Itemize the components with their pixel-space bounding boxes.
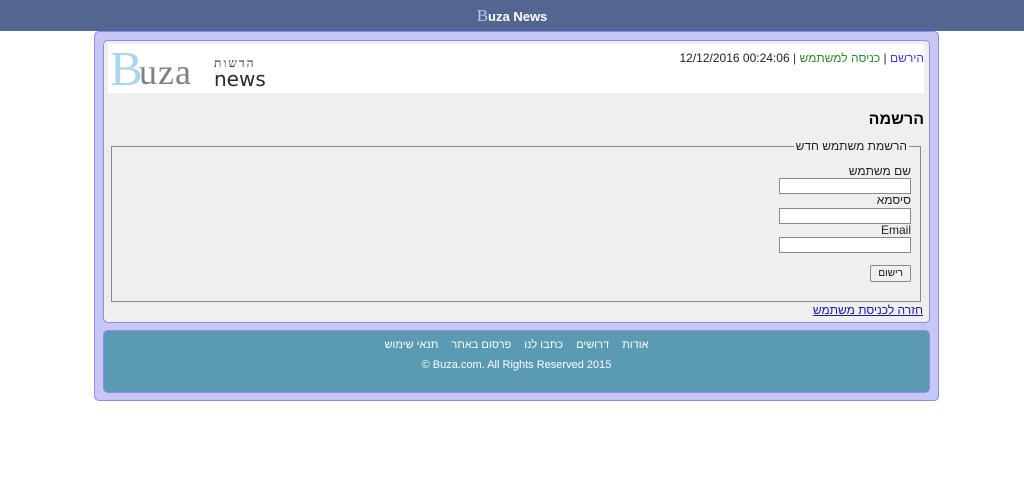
footer-links: אודות דרושים כתבו לנו פרסום באתר תנאי שי… xyxy=(104,339,929,351)
top-bar: Buza News xyxy=(0,0,1024,31)
page-title: הרשמה xyxy=(868,111,924,128)
separator: | xyxy=(883,51,887,65)
footer: אודות דרושים כתבו לנו פרסום באתר תנאי שי… xyxy=(103,330,930,393)
site-logo[interactable]: B uza הדשות news xyxy=(110,44,270,93)
footer-link-contact[interactable]: כתבו לנו xyxy=(524,339,563,351)
separator: | xyxy=(792,51,797,65)
footer-link-about[interactable]: אודות xyxy=(622,339,648,351)
current-datetime: 00:24:06 12/12/2016 xyxy=(679,51,790,65)
copyright-text: © Buza.com. All Rights Reserved 2015 xyxy=(421,359,612,371)
register-button[interactable]: רישום xyxy=(870,265,911,282)
footer-link-terms[interactable]: תנאי שימוש xyxy=(384,339,438,351)
login-link[interactable]: כניסה למשתמש xyxy=(799,51,880,65)
user-bar: הירשם | כניסה למשתמש | 00:24:06 12/12/20… xyxy=(680,51,925,65)
back-to-login-link[interactable]: חזרה לכניסת משתמש xyxy=(813,303,923,317)
password-field[interactable] xyxy=(779,208,911,224)
fieldset-legend: הרשמת משתמש חדש xyxy=(793,139,909,153)
footer-link-jobs[interactable]: דרושים xyxy=(576,339,609,351)
site-brand[interactable]: Buza News xyxy=(477,6,548,26)
username-label: שם משתמש xyxy=(848,164,911,178)
register-link[interactable]: הירשם xyxy=(890,51,924,65)
registration-fieldset: הרשמת משתמש חדש xyxy=(111,139,921,302)
password-label: סיסמא xyxy=(876,193,911,207)
email-field[interactable] xyxy=(779,237,911,253)
email-label: Email xyxy=(880,223,911,237)
footer-link-advertise[interactable]: פרסום באתר xyxy=(451,339,511,351)
username-field[interactable] xyxy=(779,178,911,194)
